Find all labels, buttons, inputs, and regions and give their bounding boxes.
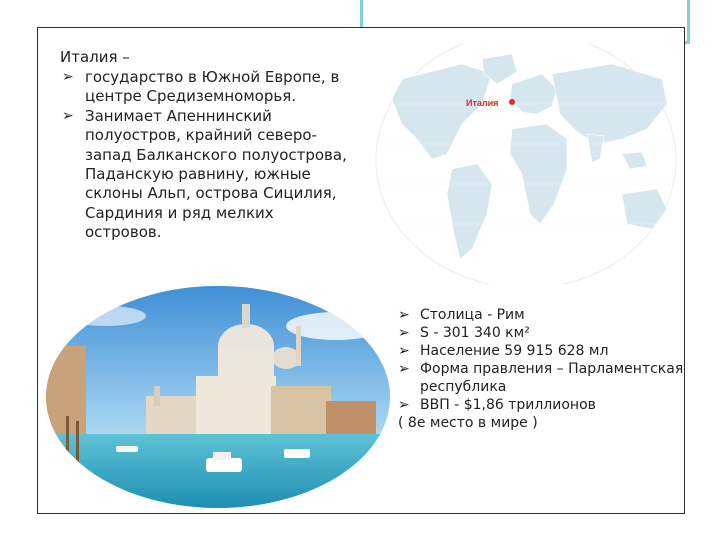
arrow-bullet-icon: ➢ — [398, 397, 410, 413]
list-item: ➢ S - 301 340 км² — [398, 324, 688, 342]
bullet-text: Занимает Апеннинский полуостров, крайний… — [85, 106, 347, 242]
facts-list: ➢ Столица - Рим ➢ S - 301 340 км² ➢ Насе… — [398, 306, 688, 432]
fact-text: S - 301 340 км² — [420, 325, 530, 341]
arrow-bullet-icon: ➢ — [62, 107, 74, 124]
list-item: ➢ ВВП - $1,86 триллионов — [398, 396, 688, 414]
list-item: ➢ Занимает Апеннинский полуостров, крайн… — [62, 107, 352, 243]
bullet-text: государство в Южной Европе, в центре Сре… — [85, 68, 340, 106]
arrow-bullet-icon: ➢ — [398, 307, 410, 323]
list-item: ➢ Столица - Рим — [398, 306, 688, 324]
arrow-bullet-icon: ➢ — [398, 343, 410, 359]
arrow-bullet-icon: ➢ — [398, 361, 410, 377]
fact-text: Столица - Рим — [420, 307, 525, 323]
world-map: Италия — [375, 44, 677, 284]
fact-text: ВВП - $1,86 триллионов — [420, 397, 596, 413]
fact-note: ( 8е место в мире ) — [398, 415, 538, 431]
description-list: ➢ государство в Южной Европе, в центре С… — [62, 68, 352, 243]
arrow-bullet-icon: ➢ — [62, 69, 74, 85]
slide-title: Италия – — [60, 48, 130, 66]
arrow-bullet-icon: ➢ — [398, 325, 410, 341]
list-item: ➢ Форма правления – Парламентская респуб… — [398, 360, 688, 396]
map-label: Италия — [466, 98, 498, 108]
list-item: ➢ Население 59 915 628 мл — [398, 342, 688, 360]
list-item: ( 8е место в мире ) — [398, 414, 688, 432]
list-item: ➢ государство в Южной Европе, в центре С… — [62, 68, 352, 107]
venice-photo — [46, 286, 390, 508]
italy-marker-icon — [509, 99, 515, 105]
fact-text: Население 59 915 628 мл — [420, 343, 609, 359]
fact-text: Форма правления – Парламентская республи… — [420, 361, 684, 395]
